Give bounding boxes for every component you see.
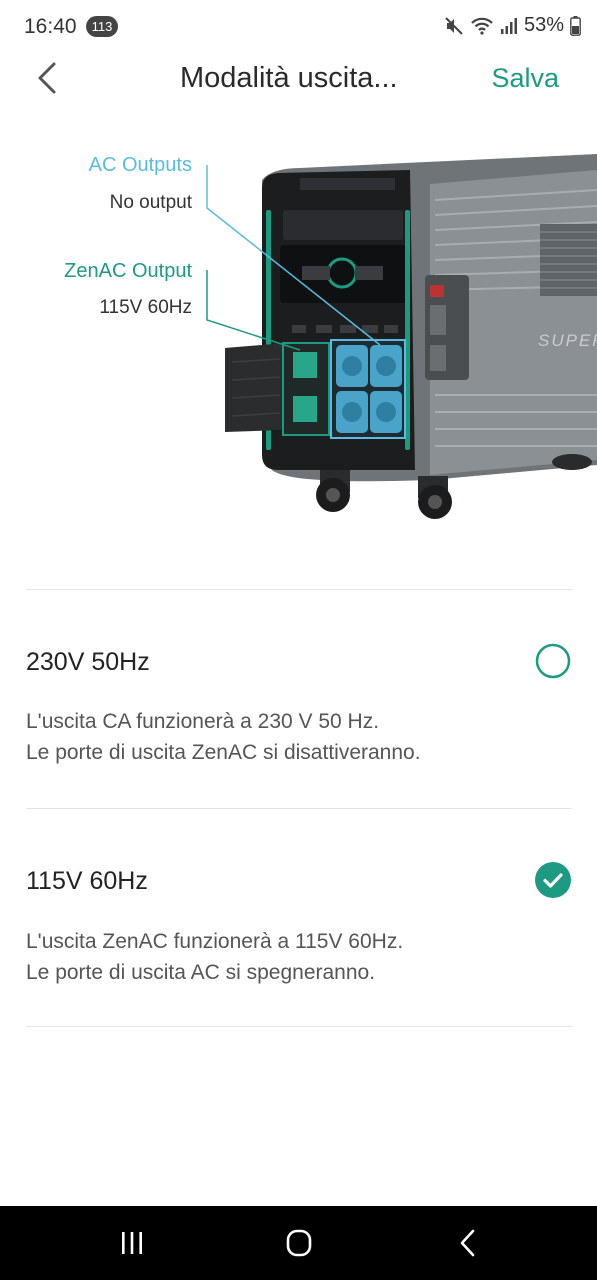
- option-230v-50hz[interactable]: 230V 50Hz L'uscita CA funzionerà a 230 V…: [0, 590, 597, 808]
- option-description-line: L'uscita ZenAC funzionerà a 115V 60Hz.: [26, 930, 404, 953]
- option-title: 115V 60Hz: [26, 867, 148, 895]
- svg-text:SUPER: SUPER: [538, 331, 597, 350]
- app-header: Modalità uscita... Salva: [0, 54, 597, 104]
- status-bar: 16:40 113 53%: [0, 0, 597, 54]
- option-description: L'uscita ZenAC funzionerà a 115V 60Hz. L…: [26, 926, 566, 988]
- option-description-line: Le porte di uscita AC si spegneranno.: [26, 961, 376, 984]
- option-title: 230V 50Hz: [26, 648, 150, 676]
- battery-percentage: 53%: [523, 14, 564, 36]
- device-illustration: SUPER: [0, 140, 597, 540]
- back-button[interactable]: [30, 60, 64, 96]
- save-button[interactable]: Salva: [491, 63, 559, 94]
- status-time: 16:40: [24, 15, 77, 38]
- zenac-output-label: ZenAC Output: [64, 260, 192, 282]
- system-nav-bar: [0, 1206, 597, 1280]
- notification-count-badge: 113: [86, 16, 118, 37]
- battery-icon: [570, 15, 581, 36]
- ac-outputs-label: AC Outputs: [88, 154, 192, 176]
- mute-icon: [445, 16, 463, 35]
- option-description-line: Le porte di uscita ZenAC si disattiveran…: [26, 741, 421, 764]
- radio-unselected-icon[interactable]: [535, 643, 571, 679]
- divider: [26, 1026, 572, 1027]
- zenac-output-value: 115V 60Hz: [99, 297, 192, 318]
- page-title: Modalità uscita...: [180, 62, 398, 94]
- recents-icon[interactable]: [112, 1228, 152, 1258]
- home-icon[interactable]: [279, 1228, 319, 1258]
- status-icons: 53%: [444, 14, 581, 37]
- power-station-image: SUPER: [206, 154, 597, 519]
- option-description: L'uscita CA funzionerà a 230 V 50 Hz. Le…: [26, 706, 566, 768]
- back-nav-icon[interactable]: [448, 1228, 488, 1258]
- ac-outputs-value: No output: [109, 192, 192, 213]
- chevron-left-icon: [38, 62, 56, 94]
- signal-icon: [500, 17, 517, 34]
- option-115v-60hz[interactable]: 115V 60Hz L'uscita ZenAC funzionerà a 11…: [0, 809, 597, 1026]
- option-description-line: L'uscita CA funzionerà a 230 V 50 Hz.: [26, 710, 380, 733]
- radio-selected-check-icon[interactable]: [535, 862, 571, 898]
- wifi-icon: [471, 17, 493, 35]
